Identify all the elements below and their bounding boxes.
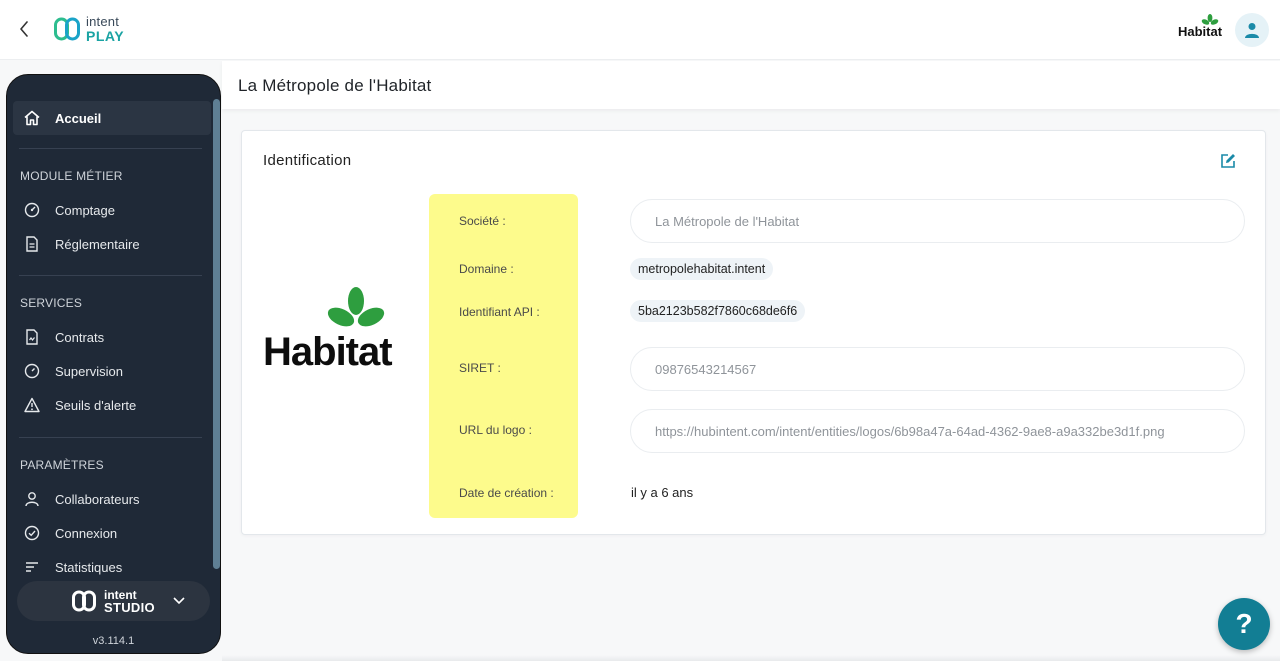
divider xyxy=(19,148,202,149)
sidebar-item-label: Statistiques xyxy=(55,559,123,575)
intent-studio-logo-icon xyxy=(72,590,96,612)
creation-date-value: il y a 6 ans xyxy=(631,485,694,500)
studio-line2: STUDIO xyxy=(104,599,155,615)
user-icon xyxy=(1245,23,1259,38)
check-circle-icon xyxy=(24,525,40,541)
section-title-module-metier: MODULE MÉTIER xyxy=(20,169,123,183)
chevron-down-icon xyxy=(173,597,185,605)
chevron-left-icon xyxy=(20,21,28,37)
societe-field[interactable]: La Métropole de l'Habitat xyxy=(630,199,1245,243)
section-title-services: SERVICES xyxy=(20,296,83,310)
svg-text:Habitat: Habitat xyxy=(1178,24,1223,39)
sidebar-item-accueil[interactable]: Accueil xyxy=(13,101,211,135)
studio-line1: intent xyxy=(104,587,137,602)
sidebar-item-label: Connexion xyxy=(55,525,118,541)
page-title: La Métropole de l'Habitat xyxy=(238,76,432,95)
sidebar-item-comptage[interactable]: Comptage xyxy=(13,193,211,227)
logo-url-field[interactable]: https://hubintent.com/intent/entities/lo… xyxy=(630,409,1245,453)
label-siret: SIRET : xyxy=(459,361,501,375)
home-icon xyxy=(24,110,40,126)
sidebar-item-contrats[interactable]: Contrats xyxy=(13,320,211,354)
card-title: Identification xyxy=(263,152,352,169)
api-id-value: 5ba2123b582f7860c68de6f6 xyxy=(630,300,806,322)
supervision-icon xyxy=(24,363,40,379)
sidebar-item-connexion[interactable]: Connexion xyxy=(13,516,211,550)
identification-card: Identification Habitat Société : Domaine… xyxy=(241,130,1266,535)
page-header: La Métropole de l'Habitat xyxy=(222,61,1280,109)
labels-highlight xyxy=(429,194,578,518)
sidebar-scrollbar[interactable] xyxy=(213,99,220,569)
person-icon xyxy=(25,492,39,507)
bottom-shadow xyxy=(222,655,1280,661)
intent-play-logo-icon xyxy=(54,17,80,41)
brand-line2: PLAY xyxy=(86,28,125,44)
help-button[interactable]: ? xyxy=(1218,598,1270,650)
app-version: v3.114.1 xyxy=(92,635,135,647)
label-identifiant-api: Identifiant API : xyxy=(459,305,540,319)
sidebar-item-label: Seuils d'alerte xyxy=(55,397,137,413)
user-avatar-button[interactable] xyxy=(1235,13,1269,47)
divider xyxy=(19,275,202,276)
sidebar-item-reglementaire[interactable]: Réglementaire xyxy=(13,227,211,261)
gauge-icon xyxy=(24,202,40,218)
label-domaine: Domaine : xyxy=(459,262,514,276)
sidebar-item-label: Accueil xyxy=(55,110,102,126)
edit-button[interactable] xyxy=(1219,152,1239,172)
list-icon xyxy=(26,562,38,572)
sidebar-item-label: Contrats xyxy=(55,329,105,345)
label-date-creation: Date de création : xyxy=(459,486,554,500)
organization-logo: Habitat xyxy=(1178,14,1223,39)
warning-icon xyxy=(24,397,40,413)
top-bar: intent PLAY Habitat xyxy=(0,0,1280,60)
sidebar-item-label: Réglementaire xyxy=(55,236,140,252)
section-title-parametres: PARAMÈTRES xyxy=(20,458,104,472)
sidebar-item-seuils-alerte[interactable]: Seuils d'alerte xyxy=(13,388,211,422)
company-logo: Habitat xyxy=(263,287,393,369)
back-button[interactable] xyxy=(14,18,34,40)
app-brand[interactable]: intent PLAY xyxy=(54,15,124,43)
svg-text:Habitat: Habitat xyxy=(263,330,392,369)
sidebar-item-statistiques[interactable]: Statistiques xyxy=(13,550,211,575)
edit-icon xyxy=(1221,154,1235,168)
divider xyxy=(19,437,202,438)
domaine-value: metropolehabitat.intent xyxy=(630,258,774,280)
sidebar-item-label: Collaborateurs xyxy=(55,491,140,507)
sidebar-item-label: Comptage xyxy=(55,202,115,218)
sidebar-nav: Accueil MODULE MÉTIER Comptage Réglement… xyxy=(7,75,212,575)
label-url-logo: URL du logo : xyxy=(459,423,532,437)
document-icon xyxy=(26,236,38,252)
intent-studio-switcher[interactable]: intent STUDIO xyxy=(17,581,210,621)
sidebar: Accueil MODULE MÉTIER Comptage Réglement… xyxy=(6,74,221,654)
label-societe: Société : xyxy=(459,214,506,228)
contract-icon xyxy=(26,329,38,345)
sidebar-item-supervision[interactable]: Supervision xyxy=(13,354,211,388)
sidebar-item-label: Supervision xyxy=(55,363,123,379)
siret-field[interactable]: 09876543214567 xyxy=(630,347,1245,391)
brand-line1: intent xyxy=(86,14,120,29)
sidebar-item-collaborateurs[interactable]: Collaborateurs xyxy=(13,482,211,516)
